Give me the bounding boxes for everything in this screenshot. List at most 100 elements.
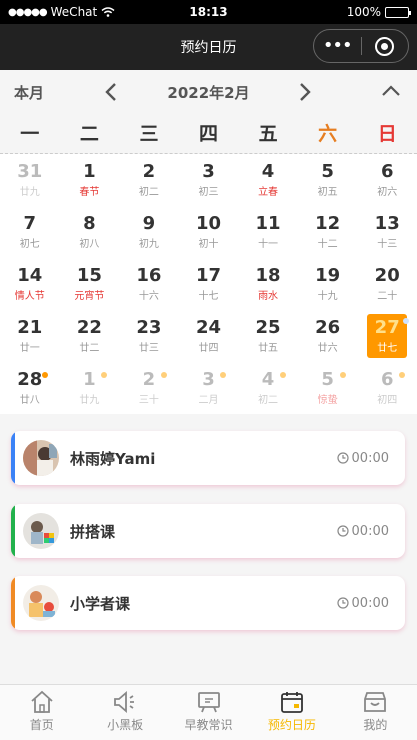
close-miniprogram-button[interactable] <box>362 36 409 56</box>
calendar-day-number: 2 <box>142 161 156 182</box>
calendar-day[interactable]: 21 廿一 <box>0 314 60 366</box>
calendar-day-number: 1 <box>83 161 96 182</box>
nav-bar: 预约日历 ••• <box>0 24 417 70</box>
calendar-day-number: 28 <box>17 369 43 390</box>
tab-home-label: 首页 <box>29 718 54 732</box>
calendar-day-box: 6 初四 <box>367 366 407 410</box>
calendar-day-number: 5 <box>321 161 334 182</box>
calendar-day[interactable]: 6 初四 <box>357 366 417 418</box>
day-grid: 31 廿九 1 春节 2 初二 3 初三 4 立春 5 初五 6 初六 7 初七 8 初八 9 初九 10 初十 11 十一 1… <box>0 154 417 418</box>
calendar-day[interactable]: 17 十七 <box>179 262 239 314</box>
calendar-day-lunar: 立春 <box>258 187 279 198</box>
calendar-day-number: 4 <box>261 161 275 182</box>
calendar-day[interactable]: 4 初二 <box>238 366 298 418</box>
tab-blackboard[interactable]: 小黑板 <box>83 685 166 740</box>
tab-bar: 首页 小黑板 早教常识 预约日历 我的 <box>0 684 417 740</box>
battery-icon <box>385 6 411 18</box>
calendar-day-lunar: 廿五 <box>258 343 279 354</box>
tab-knowledge[interactable]: 早教常识 <box>167 685 250 740</box>
calendar-day[interactable]: 31 廿九 <box>0 158 60 210</box>
calendar-day[interactable]: 18 雨水 <box>238 262 298 314</box>
calendar-day[interactable]: 20 二十 <box>357 262 417 314</box>
course-name: 拼搭课 <box>70 522 116 541</box>
tab-home[interactable]: 首页 <box>0 685 83 740</box>
calendar-day[interactable]: 27 廿七 <box>357 314 417 366</box>
calendar-day-number: 10 <box>195 213 222 234</box>
calendar-day[interactable]: 6 初六 <box>357 158 417 210</box>
calendar-day[interactable]: 13 十三 <box>357 210 417 262</box>
next-month-button[interactable] <box>298 82 312 102</box>
calendar-day[interactable]: 5 初五 <box>298 158 358 210</box>
calendar-day-number: 26 <box>315 317 341 338</box>
tab-mine-label: 我的 <box>363 718 388 732</box>
calendar-day[interactable]: 3 二月 <box>179 366 239 418</box>
calendar-day[interactable]: 1 廿九 <box>60 366 120 418</box>
calendar-day-box: 6 初六 <box>367 158 407 202</box>
calendar-day[interactable]: 4 立春 <box>238 158 298 210</box>
prev-month-button[interactable] <box>104 82 118 102</box>
event-dot-icon <box>160 372 167 378</box>
course-card[interactable]: 林雨婷Yami 00:00 <box>11 431 405 485</box>
calendar-day-lunar: 廿六 <box>317 343 338 354</box>
calendar-day-lunar: 廿九 <box>19 187 40 198</box>
calendar-day-box: 10 初十 <box>188 210 228 254</box>
calendar-day-lunar: 初二 <box>258 395 279 406</box>
calendar-day[interactable]: 1 春节 <box>60 158 120 210</box>
calendar-day[interactable]: 16 十六 <box>119 262 179 314</box>
calendar-day-lunar: 初三 <box>198 187 219 198</box>
course-avatar <box>23 585 59 621</box>
calendar-day[interactable]: 26 廿六 <box>298 314 358 366</box>
calendar-day-box: 2 三十 <box>129 366 169 410</box>
calendar-day[interactable]: 19 十九 <box>298 262 358 314</box>
more-menu-button[interactable]: ••• <box>314 37 361 55</box>
calendar-day[interactable]: 23 廿三 <box>119 314 179 366</box>
course-time-value: 00:00 <box>351 450 389 466</box>
tab-calendar[interactable]: 预约日历 <box>250 685 333 740</box>
calendar-day[interactable]: 15 元宵节 <box>60 262 120 314</box>
calendar-day-lunar: 廿二 <box>79 343 100 354</box>
calendar-day[interactable]: 10 初十 <box>179 210 239 262</box>
calendar-day[interactable]: 5 惊蛰 <box>298 366 358 418</box>
battery-percent: 100% <box>346 5 381 19</box>
tab-knowledge-label: 早教常识 <box>184 718 233 732</box>
calendar-day[interactable]: 24 廿四 <box>179 314 239 366</box>
calendar-day-box: 11 十一 <box>248 210 288 254</box>
calendar-day[interactable]: 25 廿五 <box>238 314 298 366</box>
course-card[interactable]: 小学者课 00:00 <box>11 576 405 630</box>
calendar-day[interactable]: 8 初八 <box>60 210 120 262</box>
calendar-day-box: 5 惊蛰 <box>308 366 348 410</box>
wifi-icon <box>101 7 115 17</box>
calendar-day[interactable]: 2 三十 <box>119 366 179 418</box>
calendar-day[interactable]: 11 十一 <box>238 210 298 262</box>
weekday-thu: 四 <box>199 123 219 145</box>
course-name: 林雨婷Yami <box>70 449 156 468</box>
calendar-day[interactable]: 3 初三 <box>179 158 239 210</box>
course-card[interactable]: 拼搭课 00:00 <box>11 504 405 558</box>
calendar-day[interactable]: 2 初二 <box>119 158 179 210</box>
calendar-day-box: 2 初二 <box>129 158 169 202</box>
calendar-day-number: 6 <box>380 369 394 390</box>
calendar-day[interactable]: 22 廿二 <box>60 314 120 366</box>
calendar-day[interactable]: 9 初九 <box>119 210 179 262</box>
calendar-day[interactable]: 14 情人节 <box>0 262 60 314</box>
calendar-day-box: 25 廿五 <box>248 314 288 358</box>
megaphone-icon <box>114 691 135 713</box>
calendar-day-lunar: 二十 <box>377 291 398 302</box>
calendar-day-number: 4 <box>261 369 275 390</box>
calendar-day[interactable]: 28 廿八 <box>0 366 60 418</box>
calendar-day[interactable]: 7 初七 <box>0 210 60 262</box>
calendar-day-lunar: 二月 <box>198 395 219 406</box>
this-month-button[interactable]: 本月 <box>14 82 44 103</box>
collapse-calendar-button[interactable] <box>381 84 401 98</box>
weekday-mon: 一 <box>20 123 40 145</box>
tab-mine[interactable]: 我的 <box>334 685 417 740</box>
weekday-fri: 五 <box>258 123 278 145</box>
calendar-day-number: 16 <box>136 265 162 286</box>
calendar-day-box: 14 情人节 <box>10 262 50 306</box>
weekday-row: 一 二 三 四 五 六 日 <box>0 114 417 154</box>
calendar-day-number: 25 <box>255 317 281 338</box>
calendar-day-box: 9 初九 <box>129 210 169 254</box>
tab-blackboard-label: 小黑板 <box>107 718 144 732</box>
calendar-day[interactable]: 12 十二 <box>298 210 358 262</box>
calendar-day-box: 27 廿七 <box>367 314 410 358</box>
